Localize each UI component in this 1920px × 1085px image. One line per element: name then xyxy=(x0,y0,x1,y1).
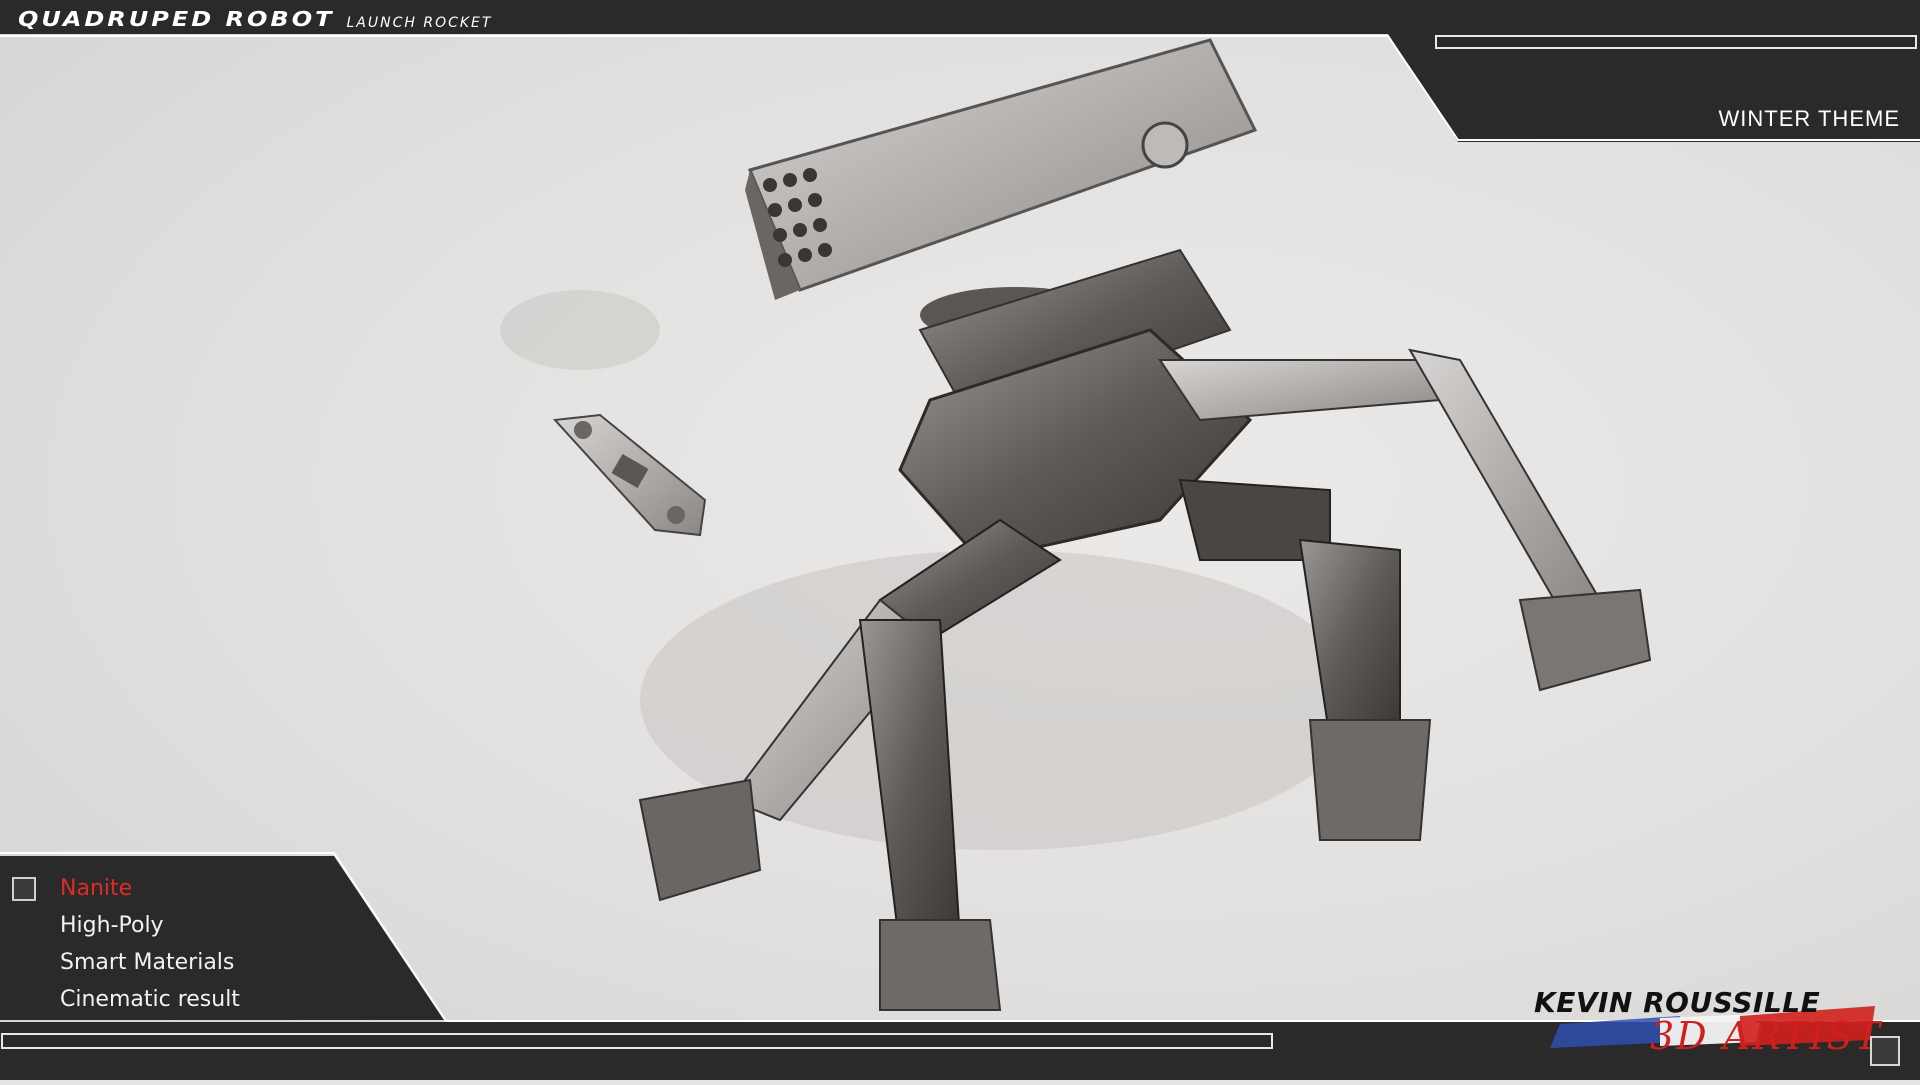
menu-item-label: Cinematic result xyxy=(60,987,240,1012)
theme-label: WINTER THEME xyxy=(1718,106,1900,131)
menu-item-label: Smart Materials xyxy=(60,950,235,975)
menu-item-smart-materials[interactable]: Smart Materials xyxy=(12,944,372,981)
menu-checkbox[interactable] xyxy=(12,876,36,901)
menu-item-label: Nanite xyxy=(60,876,133,901)
menu-item-nanite[interactable]: Nanite xyxy=(12,870,372,907)
checkbox-slot xyxy=(12,876,60,901)
feature-menu: Nanite High-Poly Smart Materials Cinemat… xyxy=(12,870,372,1018)
page-subtitle: LAUNCH ROCKET xyxy=(346,15,493,31)
menu-item-label: High-Poly xyxy=(60,913,164,938)
title-bar: QUADRUPED ROBOT LAUNCH ROCKET xyxy=(18,6,492,32)
page-title: QUADRUPED ROBOT xyxy=(18,7,335,31)
signature-title: 3D ARTIST xyxy=(1650,1014,1882,1058)
menu-item-cinematic-result[interactable]: Cinematic result xyxy=(12,981,372,1018)
artist-signature-logo: KEVIN ROUSSILLE 3D ARTIST xyxy=(1530,986,1910,1066)
corner-square-button[interactable] xyxy=(1870,1036,1900,1066)
menu-item-high-poly[interactable]: High-Poly xyxy=(12,907,372,944)
